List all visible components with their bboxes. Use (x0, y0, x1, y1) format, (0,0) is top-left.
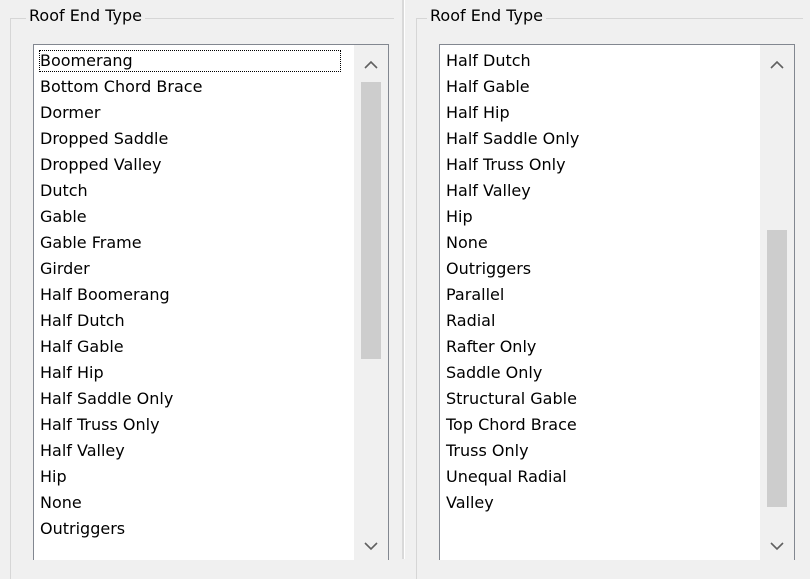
list-item[interactable]: Half Saddle Only (34, 386, 344, 412)
list-item-label: Rafter Only (446, 337, 537, 356)
list-item[interactable]: Girder (34, 256, 344, 282)
scroll-up-button[interactable] (354, 48, 388, 82)
list-item-label: Dropped Valley (40, 155, 162, 174)
scroll-thumb[interactable] (767, 230, 787, 507)
chevron-down-icon (364, 542, 378, 551)
list-item[interactable]: Top Chord Brace (440, 412, 750, 438)
list-item[interactable]: Half Dutch (34, 308, 344, 334)
list-item-label: Parallel (446, 285, 505, 304)
list-item[interactable]: Valley (440, 490, 750, 516)
list-item-label: Half Valley (446, 181, 531, 200)
list-item[interactable]: Dormer (34, 100, 344, 126)
roof-end-type-listbox[interactable]: Half Dutch Half Gable Half Hip Half Saddle … (439, 44, 795, 560)
list-item-label: Saddle Only (446, 363, 543, 382)
list-item[interactable]: Half Dutch (440, 48, 750, 74)
list-item[interactable]: Half Boomerang (34, 282, 344, 308)
list-item-label: Half Valley (40, 441, 125, 460)
list-item[interactable]: Dropped Valley (34, 152, 344, 178)
list-item-label: Half Truss Only (446, 155, 566, 174)
list-item[interactable]: Outriggers (440, 256, 750, 282)
list-item[interactable]: Structural Gable (440, 386, 750, 412)
scroll-down-button[interactable] (354, 529, 388, 560)
list-items: Half Dutch Half Gable Half Hip Half Saddle … (440, 48, 750, 516)
list-item[interactable]: Hip (34, 464, 344, 490)
list-item-label: Gable Frame (40, 233, 142, 252)
list-item-label: Outriggers (40, 519, 126, 538)
list-item[interactable]: Radial (440, 308, 750, 334)
list-item-label: Half Gable (446, 77, 530, 96)
list-item-label: Top Chord Brace (446, 415, 577, 434)
list-item-label: Valley (446, 493, 494, 512)
scroll-up-button[interactable] (760, 48, 794, 82)
chevron-up-icon (364, 60, 378, 69)
list-item-label: Girder (40, 259, 90, 278)
list-item[interactable]: Half Gable (440, 74, 750, 100)
list-item-label: Half Dutch (40, 311, 125, 330)
chevron-down-icon (770, 542, 784, 551)
list-item[interactable]: Unequal Radial (440, 464, 750, 490)
list-item-label: Hip (40, 467, 67, 486)
list-item[interactable]: Saddle Only (440, 360, 750, 386)
list-item-label: Dormer (40, 103, 101, 122)
list-item[interactable]: Half Hip (440, 100, 750, 126)
list-item-label: Bottom Chord Brace (40, 77, 203, 96)
scroll-thumb[interactable] (361, 82, 381, 359)
list-item[interactable]: Parallel (440, 282, 750, 308)
list-item-label: Half Saddle Only (40, 389, 174, 408)
roof-end-type-listbox[interactable]: Boomerang Bottom Chord Brace Dormer Dropped… (33, 44, 389, 560)
list-item[interactable]: Dropped Saddle (34, 126, 344, 152)
list-item-label: Gable (40, 207, 87, 226)
list-item[interactable]: Boomerang (34, 48, 344, 74)
group-title: Roof End Type (26, 6, 145, 26)
list-item-label: Radial (446, 311, 496, 330)
list-item[interactable]: Half Valley (34, 438, 344, 464)
chevron-up-icon (770, 60, 784, 69)
list-item[interactable]: None (440, 230, 750, 256)
list-item[interactable]: Gable (34, 204, 344, 230)
list-item[interactable]: Half Hip (34, 360, 344, 386)
list-item-label: None (446, 233, 488, 252)
vertical-scrollbar[interactable] (760, 45, 794, 560)
list-item-label: Half Saddle Only (446, 129, 580, 148)
list-item[interactable]: Outriggers (34, 516, 344, 542)
panel-divider (402, 0, 405, 559)
list-item-label: Dutch (40, 181, 88, 200)
list-item[interactable]: Hip (440, 204, 750, 230)
list-item-label: Half Truss Only (40, 415, 160, 434)
list-item[interactable]: Gable Frame (34, 230, 344, 256)
list-item-label: Boomerang (39, 50, 341, 72)
list-item-label: Half Hip (446, 103, 510, 122)
list-item-label: None (40, 493, 82, 512)
list-item[interactable]: Half Saddle Only (440, 126, 750, 152)
list-item[interactable]: Bottom Chord Brace (34, 74, 344, 100)
group-title: Roof End Type (427, 6, 546, 26)
list-item-label: Outriggers (446, 259, 532, 278)
list-item[interactable]: None (34, 490, 344, 516)
list-item[interactable]: Dutch (34, 178, 344, 204)
scroll-down-button[interactable] (760, 529, 794, 560)
list-item-label: Half Dutch (446, 51, 531, 70)
vertical-scrollbar[interactable] (354, 45, 388, 560)
list-item[interactable]: Half Valley (440, 178, 750, 204)
list-item[interactable]: Truss Only (440, 438, 750, 464)
list-item[interactable]: Half Truss Only (440, 152, 750, 178)
list-item-label: Unequal Radial (446, 467, 567, 486)
list-item-label: Half Boomerang (40, 285, 170, 304)
list-item-label: Truss Only (446, 441, 529, 460)
list-item-label: Half Hip (40, 363, 104, 382)
list-item-label: Structural Gable (446, 389, 577, 408)
list-item[interactable]: Half Gable (34, 334, 344, 360)
list-item-label: Hip (446, 207, 473, 226)
left-panel: Roof End Type Boomerang Bottom Chord Brac… (0, 0, 395, 579)
right-panel: Roof End Type Half Dutch Half Gable Half H… (408, 0, 803, 579)
list-items: Boomerang Bottom Chord Brace Dormer Dropped… (34, 48, 344, 542)
list-item-label: Half Gable (40, 337, 124, 356)
list-item-label: Dropped Saddle (40, 129, 169, 148)
list-item[interactable]: Half Truss Only (34, 412, 344, 438)
list-item[interactable]: Rafter Only (440, 334, 750, 360)
